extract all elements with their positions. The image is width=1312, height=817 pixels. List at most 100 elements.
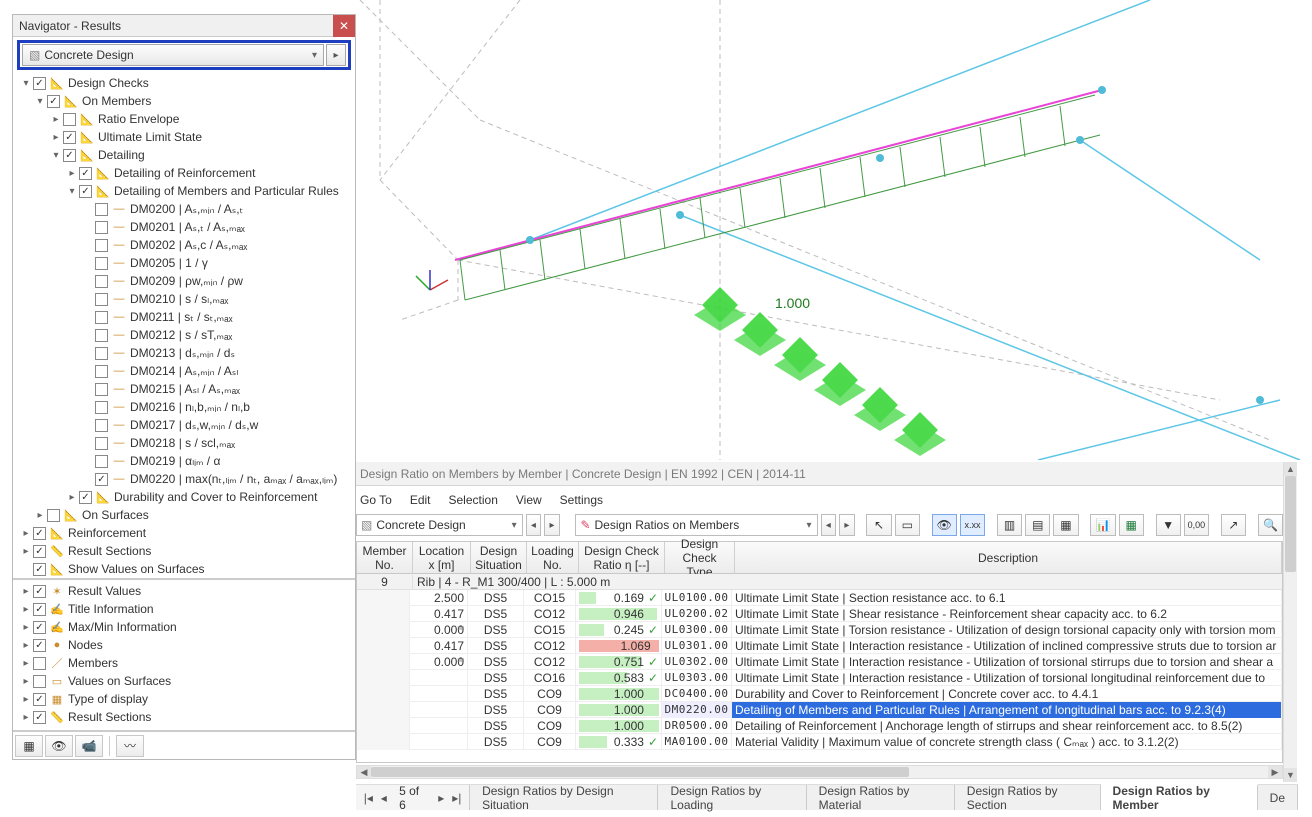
tree-item[interactable]: ▸✍Title Information: [13, 600, 355, 618]
tree-item[interactable]: —DM0215 | Aₛₗ / Aₛ,ₘₐₓ: [13, 380, 355, 398]
pager-first[interactable]: |◂: [362, 791, 375, 805]
table-row[interactable]: DS5CO91.000✓DC0400.00Durability and Cove…: [357, 686, 1282, 702]
checkbox[interactable]: [95, 293, 108, 306]
table-row[interactable]: 2.500DS5CO150.169✓UL0100.00Ultimate Limi…: [357, 590, 1282, 606]
menu-selection[interactable]: Selection: [449, 493, 498, 507]
tree-item[interactable]: —DM0200 | Aₛ,ₘᵢₙ / Aₛ,ₜ: [13, 200, 355, 218]
checkbox[interactable]: [79, 185, 92, 198]
design-module-combo[interactable]: ▧ Concrete Design ▾: [22, 44, 324, 66]
toolbar-next[interactable]: ▸: [544, 514, 560, 536]
table-row[interactable]: DS5CO90.333✓MA0100.00Material Validity |…: [357, 734, 1282, 750]
tree-item[interactable]: ▸📐Detailing of Reinforcement: [13, 164, 355, 182]
checkbox[interactable]: [33, 621, 46, 634]
checkbox[interactable]: [95, 437, 108, 450]
menu-view[interactable]: View: [516, 493, 542, 507]
tree-item[interactable]: ▸📏Result Sections: [13, 542, 355, 560]
tree-item[interactable]: —DM0218 | s / scl,ₘₐₓ: [13, 434, 355, 452]
tree-item[interactable]: —DM0210 | s / sₗ,ₘₐₓ: [13, 290, 355, 308]
toolbar-prev2[interactable]: ◂: [821, 514, 837, 536]
tab[interactable]: Design Ratios by Section: [955, 785, 1101, 810]
tree-item[interactable]: —DM0202 | Aₛ,c / Aₛ,ₘₐₓ: [13, 236, 355, 254]
close-icon[interactable]: ✕: [333, 15, 355, 37]
th-design-sit[interactable]: Design Situation: [471, 542, 527, 573]
checkbox[interactable]: [33, 675, 46, 688]
th-type[interactable]: Design Check Type: [665, 542, 735, 573]
checkbox[interactable]: [95, 203, 108, 216]
tool-excel-icon[interactable]: ▦: [1119, 514, 1144, 536]
tree-item[interactable]: —DM0213 | dₛ,ₘᵢₙ / dₛ: [13, 344, 355, 362]
checkbox[interactable]: [63, 149, 76, 162]
checkbox[interactable]: [95, 419, 108, 432]
checkbox[interactable]: [79, 167, 92, 180]
checkbox[interactable]: [33, 77, 46, 90]
navigator-tree-display[interactable]: ▸✶Result Values▸✍Title Information▸✍Max/…: [13, 579, 355, 731]
tool-eye-icon[interactable]: 👁: [932, 514, 957, 536]
menu-settings[interactable]: Settings: [560, 493, 603, 507]
tree-item[interactable]: —DM0219 | αₗᵢₘ / α: [13, 452, 355, 470]
bottombar-btn-2[interactable]: 📹: [75, 735, 103, 757]
tree-item[interactable]: ▸📐Reinforcement: [13, 524, 355, 542]
checkbox[interactable]: [95, 365, 108, 378]
tool-chart-icon[interactable]: 📊: [1090, 514, 1115, 536]
checkbox[interactable]: [95, 275, 108, 288]
tree-item[interactable]: ▸📐On Surfaces: [13, 506, 355, 524]
toolbar-prev[interactable]: ◂: [526, 514, 542, 536]
tree-item[interactable]: ▸／Members: [13, 654, 355, 672]
table-row[interactable]: 0.000≐DS5CO120.751✓UL0302.00Ultimate Lim…: [357, 654, 1282, 670]
tree-item[interactable]: ▾📐On Members: [13, 92, 355, 110]
tree-item[interactable]: 📐Show Values on Surfaces: [13, 560, 355, 578]
navigator-titlebar[interactable]: Navigator - Results ✕: [13, 15, 355, 37]
scroll-thumb[interactable]: [1285, 476, 1296, 572]
bottombar-btn-0[interactable]: ▦: [15, 735, 43, 757]
hscroll-left-icon[interactable]: ◀: [357, 766, 371, 778]
pager-last[interactable]: ▸|: [451, 791, 464, 805]
checkbox[interactable]: [33, 545, 46, 558]
tool-zoom-icon[interactable]: 🔍: [1258, 514, 1283, 536]
tree-item[interactable]: —DM0205 | 1 / γ: [13, 254, 355, 272]
tool-layout1[interactable]: ▥: [997, 514, 1022, 536]
checkbox[interactable]: [95, 401, 108, 414]
tree-item[interactable]: ▾📐Detailing of Members and Particular Ru…: [13, 182, 355, 200]
checkbox[interactable]: [33, 585, 46, 598]
checkbox[interactable]: [95, 473, 108, 486]
scroll-down-icon[interactable]: ▼: [1284, 768, 1297, 782]
th-member-no[interactable]: Member No.: [357, 542, 413, 573]
tab[interactable]: Design Ratios by Member: [1101, 784, 1258, 810]
checkbox[interactable]: [33, 639, 46, 652]
tool-xxx-icon[interactable]: x.xx: [960, 514, 985, 536]
results-hscroll[interactable]: ◀ ▶: [356, 765, 1283, 779]
checkbox[interactable]: [33, 657, 46, 670]
tree-item[interactable]: —DM0217 | dₛ,w,ₘᵢₙ / dₛ,w: [13, 416, 355, 434]
table-row[interactable]: DS5CO91.000✓DM0220.00Detailing of Member…: [357, 702, 1282, 718]
tree-item[interactable]: —DM0212 | s / sT,ₘₐₓ: [13, 326, 355, 344]
toolbar-combo-view[interactable]: ✎Design Ratios on Members▾: [575, 514, 817, 536]
tool-select-arrow[interactable]: ↖: [866, 514, 891, 536]
checkbox[interactable]: [79, 491, 92, 504]
checkbox[interactable]: [33, 527, 46, 540]
table-row[interactable]: DS5CO160.583✓UL0303.00Ultimate Limit Sta…: [357, 670, 1282, 686]
toolbar-combo-module[interactable]: ▧Concrete Design▾: [356, 514, 523, 536]
tab[interactable]: Design Ratios by Material: [807, 785, 955, 810]
tool-select-window[interactable]: ▭: [895, 514, 920, 536]
checkbox[interactable]: [33, 603, 46, 616]
tree-item[interactable]: ▾📐Detailing: [13, 146, 355, 164]
menu-edit[interactable]: Edit: [410, 493, 431, 507]
checkbox[interactable]: [63, 113, 76, 126]
table-row[interactable]: 0.417DS5CO121.069!UL0301.00Ultimate Limi…: [357, 638, 1282, 654]
tree-item[interactable]: —DM0220 | max(nₜ,ₗᵢₘ / nₜ, aₘₐₓ / aₘₐₓ,ₗ…: [13, 470, 355, 488]
checkbox[interactable]: [33, 711, 46, 724]
checkbox[interactable]: [95, 257, 108, 270]
checkbox[interactable]: [95, 347, 108, 360]
th-ratio[interactable]: Design Check Ratio η [--]: [579, 542, 665, 573]
checkbox[interactable]: [95, 329, 108, 342]
menu-goto[interactable]: Go To: [360, 493, 392, 507]
tree-item[interactable]: —DM0201 | Aₛ,ₜ / Aₛ,ₘₐₓ: [13, 218, 355, 236]
hscroll-thumb[interactable]: [371, 767, 909, 777]
th-loading[interactable]: Loading No.: [527, 542, 579, 573]
navigator-tree[interactable]: ▾📐Design Checks▾📐On Members▸📐Ratio Envel…: [13, 72, 355, 579]
table-row[interactable]: 0.417DS5CO120.946✓UL0200.02Ultimate Limi…: [357, 606, 1282, 622]
checkbox[interactable]: [47, 509, 60, 522]
tree-item[interactable]: ▾📐Design Checks: [13, 74, 355, 92]
tree-item[interactable]: ▸📐Ultimate Limit State: [13, 128, 355, 146]
checkbox[interactable]: [33, 563, 46, 576]
